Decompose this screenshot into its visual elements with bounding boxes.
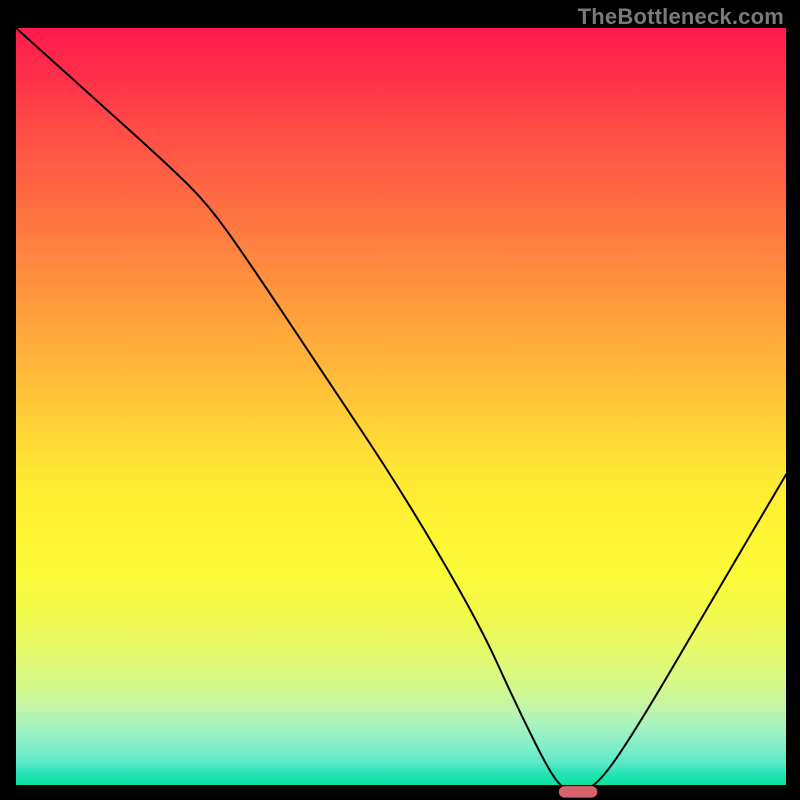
optimal-marker: [559, 786, 598, 798]
chart-svg: [16, 28, 786, 798]
bottleneck-curve: [16, 28, 786, 790]
watermark-text: TheBottleneck.com: [578, 4, 784, 30]
chart-container: TheBottleneck.com: [0, 0, 800, 800]
plot-area: [16, 28, 786, 785]
